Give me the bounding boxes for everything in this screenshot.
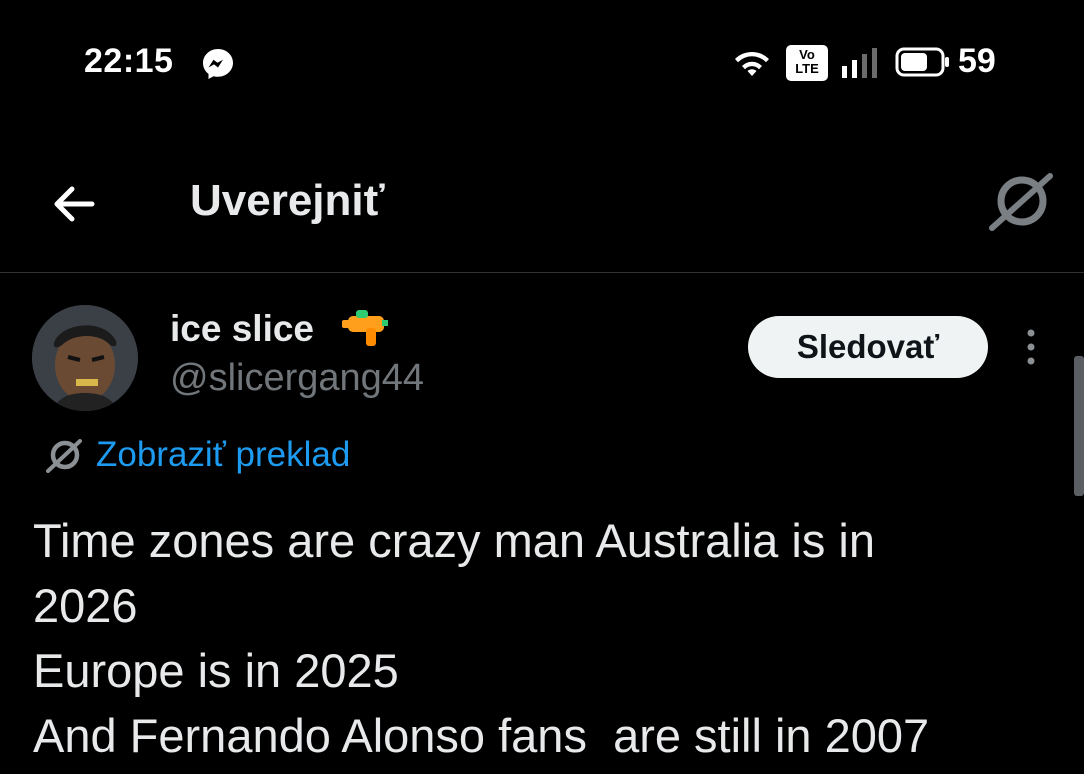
follow-button[interactable]: Sledovať	[748, 316, 988, 378]
scrollbar[interactable]	[1074, 356, 1084, 496]
vertical-dots-icon[interactable]	[1014, 326, 1048, 368]
post-text-line: And Fernando Alonso fans are still in 20…	[33, 709, 930, 762]
translate-link[interactable]: Zobraziť preklad	[44, 432, 350, 478]
back-arrow-icon[interactable]	[44, 174, 104, 234]
page-title: Uverejniť	[190, 176, 385, 225]
avatar[interactable]	[32, 305, 138, 411]
avatar-image	[32, 305, 138, 411]
battery-icon	[895, 47, 949, 77]
post-text-line: 2026	[33, 579, 138, 632]
grok-icon[interactable]	[986, 166, 1056, 236]
status-bar: 22:15 Vo LTE 59	[0, 0, 1084, 120]
grok-translate-icon	[46, 439, 82, 473]
translate-label: Zobraziť preklad	[96, 435, 351, 474]
post-text: Time zones are crazy man Australia is in…	[33, 508, 1043, 768]
post-text-line: Time zones are crazy man Australia is in	[33, 514, 875, 567]
post-text-line: Europe is in 2025	[33, 644, 399, 697]
messenger-icon	[203, 49, 233, 79]
post-header: Uverejniť	[0, 140, 1084, 273]
wifi-icon	[735, 51, 769, 76]
volte-icon: Vo LTE	[786, 45, 828, 81]
status-clock: 22:15	[84, 42, 174, 80]
water-gun-emoji-icon	[342, 310, 388, 346]
user-handle[interactable]: @slicergang44	[170, 357, 424, 400]
battery-percent: 59	[958, 42, 996, 80]
display-name[interactable]: ice slice	[170, 308, 314, 350]
signal-icon	[842, 48, 877, 78]
volte-label: Vo LTE	[795, 47, 819, 76]
